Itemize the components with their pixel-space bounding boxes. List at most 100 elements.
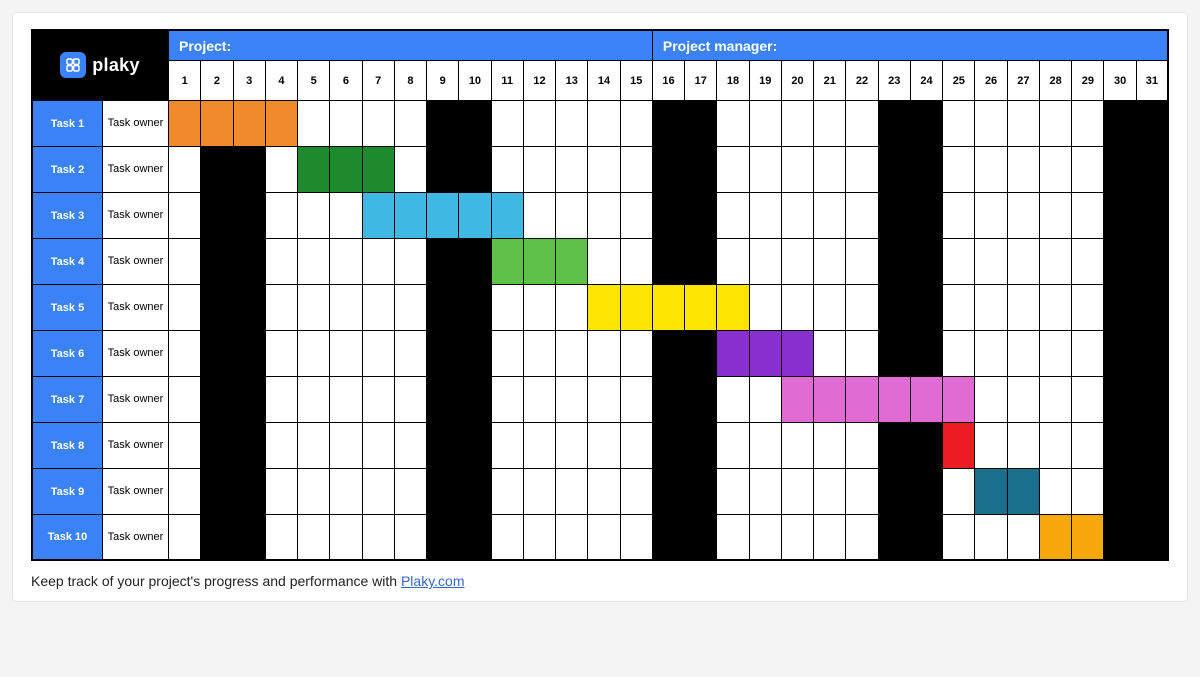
gantt-cell (556, 147, 588, 193)
gantt-cell (782, 147, 814, 193)
gantt-cell (427, 377, 459, 423)
gantt-cell (975, 423, 1007, 469)
gantt-cell (1040, 469, 1072, 515)
gantt-cell (169, 147, 201, 193)
gantt-cell (846, 101, 878, 147)
gantt-cell (879, 377, 911, 423)
day-header: 25 (943, 61, 975, 101)
plaky-logo-icon (60, 52, 86, 78)
gantt-cell (1137, 239, 1169, 285)
gantt-cell (201, 377, 233, 423)
gantt-cell (1137, 193, 1169, 239)
gantt-cell (685, 515, 717, 561)
gantt-cell (975, 101, 1007, 147)
gantt-cell (330, 239, 362, 285)
gantt-cell (524, 147, 556, 193)
day-header: 18 (717, 61, 749, 101)
day-header: 11 (492, 61, 524, 101)
gantt-cell (459, 377, 491, 423)
gantt-cell (975, 285, 1007, 331)
gantt-cell (588, 515, 620, 561)
gantt-cell (266, 239, 298, 285)
gantt-cell (782, 193, 814, 239)
task-owner-cell: Task owner (103, 101, 169, 147)
gantt-cell (588, 377, 620, 423)
gantt-cell (782, 515, 814, 561)
gantt-cell (750, 193, 782, 239)
task-name-cell: Task 2 (31, 147, 103, 193)
gantt-cell (330, 147, 362, 193)
gantt-cell (879, 423, 911, 469)
gantt-cell (814, 377, 846, 423)
gantt-cell (911, 101, 943, 147)
gantt-cell (653, 193, 685, 239)
gantt-cell (1104, 377, 1136, 423)
gantt-cell (556, 423, 588, 469)
day-header: 14 (588, 61, 620, 101)
gantt-cell (1040, 515, 1072, 561)
task-owner-cell: Task owner (103, 239, 169, 285)
gantt-cell (846, 285, 878, 331)
gantt-cell (201, 147, 233, 193)
gantt-cell (1008, 101, 1040, 147)
gantt-cell (814, 515, 846, 561)
gantt-cell (588, 147, 620, 193)
gantt-cell (588, 331, 620, 377)
gantt-cell (1008, 377, 1040, 423)
gantt-cell (814, 239, 846, 285)
gantt-cell (588, 239, 620, 285)
day-header: 27 (1008, 61, 1040, 101)
gantt-cell (717, 331, 749, 377)
gantt-cell (653, 515, 685, 561)
gantt-cell (427, 147, 459, 193)
task-owner-cell: Task owner (103, 193, 169, 239)
task-name-cell: Task 5 (31, 285, 103, 331)
day-header: 10 (459, 61, 491, 101)
gantt-cell (234, 193, 266, 239)
gantt-cell (782, 469, 814, 515)
gantt-cell (427, 469, 459, 515)
day-header: 29 (1072, 61, 1104, 101)
plaky-link[interactable]: Plaky.com (401, 573, 465, 589)
chart-card: plakyProject:Project manager:12345678910… (12, 12, 1188, 602)
gantt-cell (911, 377, 943, 423)
gantt-cell (492, 147, 524, 193)
gantt-cell (492, 469, 524, 515)
gantt-cell (814, 423, 846, 469)
gantt-cell (1072, 193, 1104, 239)
task-name-cell: Task 3 (31, 193, 103, 239)
gantt-cell (717, 515, 749, 561)
gantt-cell (298, 193, 330, 239)
task-owner-cell: Task owner (103, 147, 169, 193)
gantt-cell (363, 377, 395, 423)
gantt-cell (363, 285, 395, 331)
gantt-cell (717, 285, 749, 331)
gantt-cell (943, 377, 975, 423)
gantt-cell (1137, 331, 1169, 377)
gantt-cell (782, 331, 814, 377)
gantt-cell (588, 423, 620, 469)
gantt-cell (330, 515, 362, 561)
gantt-cell (621, 285, 653, 331)
day-header: 17 (685, 61, 717, 101)
task-owner-cell: Task owner (103, 423, 169, 469)
gantt-cell (298, 101, 330, 147)
gantt-cell (427, 285, 459, 331)
gantt-cell (879, 469, 911, 515)
gantt-cell (1008, 331, 1040, 377)
gantt-cell (717, 193, 749, 239)
task-name-cell: Task 8 (31, 423, 103, 469)
day-header: 1 (169, 61, 201, 101)
gantt-cell (653, 469, 685, 515)
gantt-cell (1008, 423, 1040, 469)
gantt-cell (621, 101, 653, 147)
gantt-cell (1040, 239, 1072, 285)
gantt-cell (363, 331, 395, 377)
gantt-cell (363, 193, 395, 239)
gantt-cell (975, 193, 1007, 239)
gantt-cell (814, 193, 846, 239)
gantt-cell (363, 469, 395, 515)
day-header: 21 (814, 61, 846, 101)
day-header: 12 (524, 61, 556, 101)
gantt-cell (330, 285, 362, 331)
